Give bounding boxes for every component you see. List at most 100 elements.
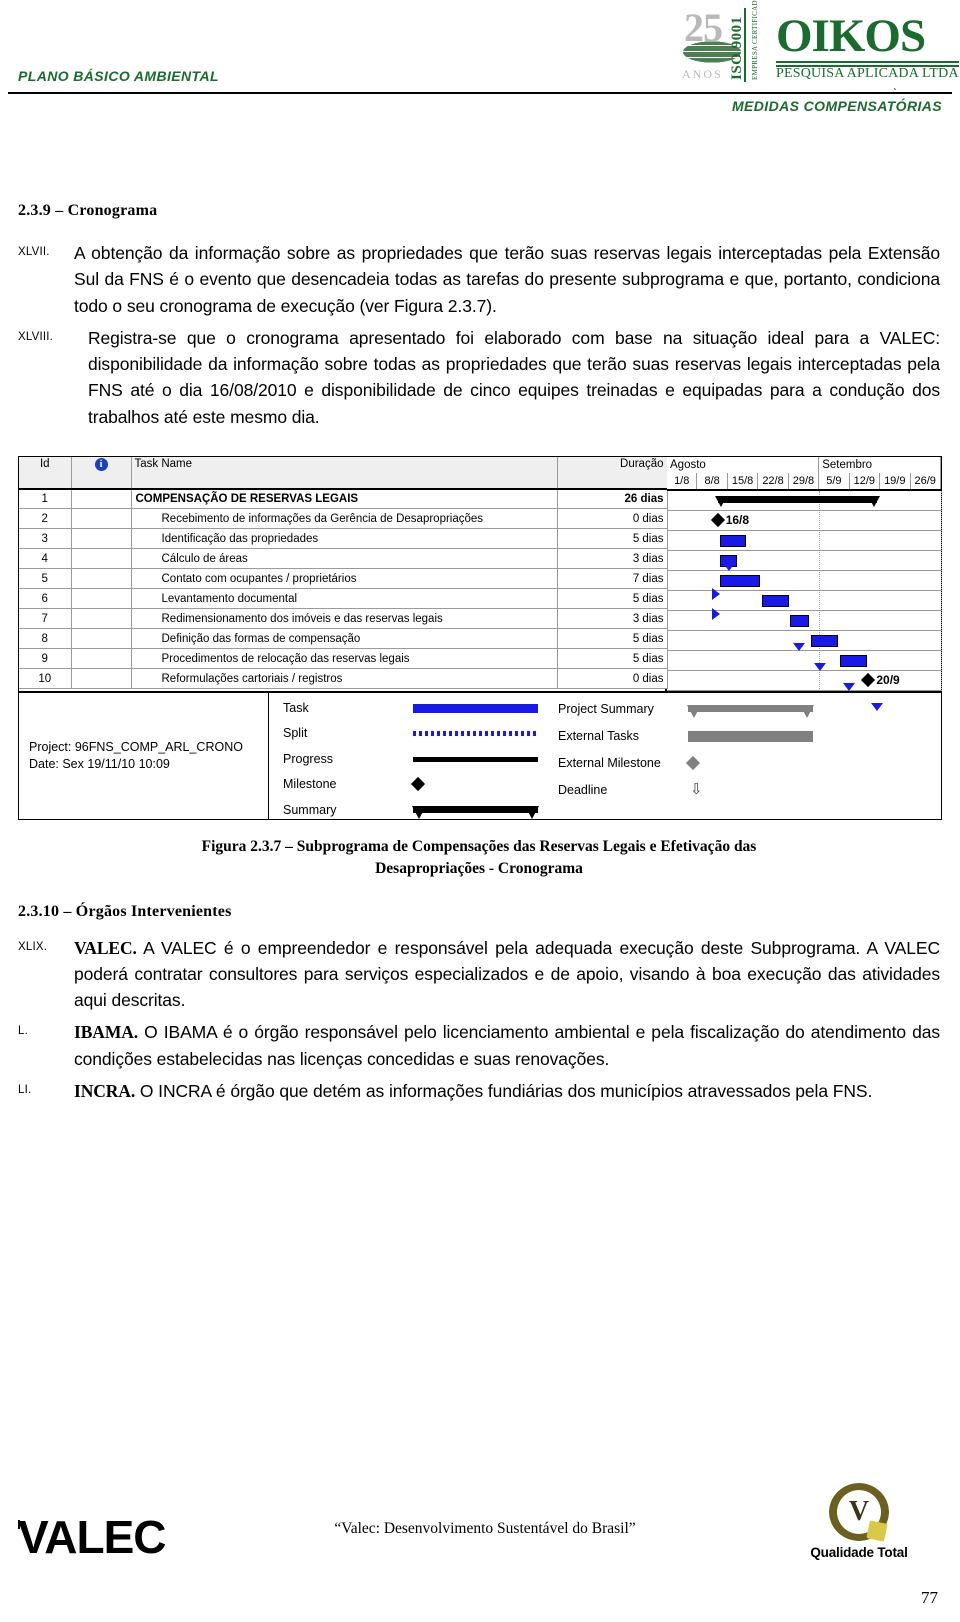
- timeline-row[interactable]: 16/8: [667, 511, 941, 531]
- cell-info: [71, 548, 132, 570]
- legend-label: Project Summary: [558, 701, 654, 716]
- timeline-row[interactable]: [667, 491, 941, 511]
- paragraph-number: XLIX.: [18, 940, 48, 953]
- iso-9001-mark: ISO 9001 EMPRESA CERTIFICADA: [729, 0, 770, 82]
- legend-swatch-task: [413, 701, 541, 715]
- project-name-label: Project: 96FNS_COMP_ARL_CRONO: [29, 739, 243, 754]
- task-bar[interactable]: [720, 534, 747, 547]
- figure-caption: Figura 2.3.7 – Subprograma de Compensaçõ…: [64, 836, 894, 881]
- column-header-task-name: Task Name: [131, 456, 558, 490]
- legend-item: Deadline ⇩: [558, 780, 816, 800]
- table-header-row: Id i Task Name Duração: [19, 456, 668, 490]
- quality-letter: V: [848, 1496, 870, 1527]
- timeline-week: 1/8: [667, 472, 698, 489]
- timeline-row[interactable]: 20/9: [667, 671, 941, 691]
- oikos-years-word: ANOS: [682, 67, 723, 81]
- legend-label: Deadline: [558, 782, 608, 797]
- paragraph-rest: O INCRA é órgão que detém as informações…: [135, 1080, 873, 1101]
- task-bar[interactable]: [839, 654, 867, 667]
- cell-duration: 0 dias: [557, 668, 668, 690]
- timeline-row[interactable]: [667, 551, 941, 571]
- table-row[interactable]: 6 Levantamento documental 5 dias: [19, 588, 668, 610]
- external-milestone-icon: [685, 755, 701, 770]
- table-row[interactable]: 5 Contato com ocupantes / proprietários 7 …: [19, 568, 668, 590]
- table-row[interactable]: 7 Redimensionamento dos imóveis e das res…: [19, 608, 668, 630]
- legend-swatch-external-milestone: [685, 755, 816, 770]
- cell-duration: 5 dias: [557, 648, 668, 670]
- info-icon: i: [94, 457, 108, 471]
- cell-task-name: Definição das formas de compensação: [131, 628, 558, 650]
- legend-swatch-deadline: ⇩: [688, 782, 816, 797]
- cell-task-name: COMPENSAÇÃO DE RESERVAS LEGAIS: [131, 488, 558, 510]
- cell-info: [71, 488, 132, 510]
- dependency-arrow: [871, 702, 884, 711]
- cell-duration: 5 dias: [557, 528, 668, 550]
- page-footer: VALEC “Valec: Desenvolvimento Sustentáve…: [0, 1432, 960, 1622]
- milestone-label: 16/8: [725, 512, 750, 527]
- column-header-info: i: [71, 456, 132, 490]
- timeline-week: 15/8: [727, 472, 759, 489]
- table-row[interactable]: 8 Definição das formas de compensação 5 di…: [19, 628, 668, 650]
- timeline-row[interactable]: [667, 531, 941, 551]
- page-number: 77: [921, 1588, 938, 1607]
- gantt-timeline: Agosto Setembro 1/8 8/8 15/8 22/8 29/8 5/9 12/9…: [667, 456, 942, 711]
- cell-duration: 3 dias: [557, 548, 668, 570]
- timeline-row[interactable]: [667, 611, 941, 631]
- timeline-months-row: Agosto Setembro: [667, 456, 941, 473]
- cell-id: 7: [19, 608, 72, 630]
- table-row[interactable]: 1 COMPENSAÇÃO DE RESERVAS LEGAIS 26 dias: [19, 488, 668, 510]
- paragraph-text: A obtenção da informação sobre as propri…: [74, 243, 940, 316]
- timeline-weeks-row: 1/8 8/8 15/8 22/8 29/8 5/9 12/9 19/9 26/9: [667, 472, 941, 489]
- legend-label: Split: [283, 726, 308, 741]
- timeline-row[interactable]: [667, 651, 941, 671]
- summary-bar: [717, 495, 877, 503]
- legend-label: Progress: [283, 751, 334, 766]
- timeline-month: Setembro: [819, 456, 941, 473]
- cell-id: 1: [19, 488, 72, 510]
- table-row[interactable]: 4 Cálculo de áreas 3 dias: [19, 548, 668, 570]
- milestone-icon: [410, 777, 426, 792]
- legend-label: External Tasks: [558, 728, 640, 743]
- cell-duration: 5 dias: [557, 628, 668, 650]
- table-row[interactable]: 10 Reformulações cartoriais / registros 0 …: [19, 668, 668, 690]
- paragraph-text: Registra-se que o cronograma apresentado…: [88, 327, 940, 427]
- paragraph-li: LI. INCRA. O INCRA é órgão que detém as …: [18, 1078, 940, 1104]
- legend-swatch-split: [413, 726, 541, 740]
- cell-task-name: Reformulações cartoriais / registros: [131, 668, 558, 690]
- cell-id: 4: [19, 548, 72, 570]
- milestone-marker: [710, 512, 725, 527]
- paragraph-xlix: XLIX. VALEC. A VALEC é o empreendedor e …: [18, 935, 940, 1014]
- legend-swatch-milestone: [410, 777, 541, 792]
- paragraph-lead: IBAMA.: [74, 1022, 139, 1043]
- project-info: Project: 96FNS_COMP_ARL_CRONO Date: Sex …: [19, 692, 269, 819]
- cell-info: [71, 588, 132, 610]
- table-row[interactable]: 9 Procedimentos de relocação das reservas…: [19, 648, 668, 670]
- timeline-row[interactable]: [667, 571, 941, 591]
- timeline-week: 22/8: [758, 472, 789, 489]
- cell-id: 9: [19, 648, 72, 670]
- section-heading-orgaos: 2.3.10 – Órgãos Intervenientes: [18, 902, 232, 920]
- task-bar[interactable]: [790, 614, 810, 627]
- task-bar[interactable]: [761, 594, 789, 607]
- paragraph-xlvii: XLVII. A obtenção da informação sobre as…: [18, 240, 940, 319]
- legend-item: Task: [283, 699, 558, 717]
- gridline: [941, 490, 942, 691]
- paragraph-lead: VALEC.: [74, 937, 137, 958]
- task-bar[interactable]: [810, 634, 839, 647]
- summary-cap-start: [714, 495, 727, 507]
- cell-duration: 5 dias: [557, 588, 668, 610]
- cell-info: [71, 628, 132, 650]
- paragraph-rest: A VALEC é o empreendedor e responsável p…: [74, 937, 940, 1011]
- paragraph-number: LI.: [18, 1083, 32, 1096]
- table-row[interactable]: 2 Recebimento de informações da Gerência …: [19, 508, 668, 530]
- task-bar[interactable]: [720, 574, 761, 587]
- timeline-header: Agosto Setembro 1/8 8/8 15/8 22/8 29/8 5/9 12/9…: [667, 456, 941, 491]
- section-heading-cronograma: 2.3.9 – Cronograma: [18, 202, 158, 219]
- paragraph-number: L.: [18, 1025, 28, 1038]
- timeline-week: 12/9: [849, 472, 881, 489]
- cell-id: 2: [19, 508, 72, 530]
- timeline-row[interactable]: [667, 591, 941, 611]
- dependency-arrow: [813, 662, 826, 671]
- table-row[interactable]: 3 Identificação das propriedades 5 dias: [19, 528, 668, 550]
- cell-task-name: Recebimento de informações da Gerência d…: [131, 508, 558, 530]
